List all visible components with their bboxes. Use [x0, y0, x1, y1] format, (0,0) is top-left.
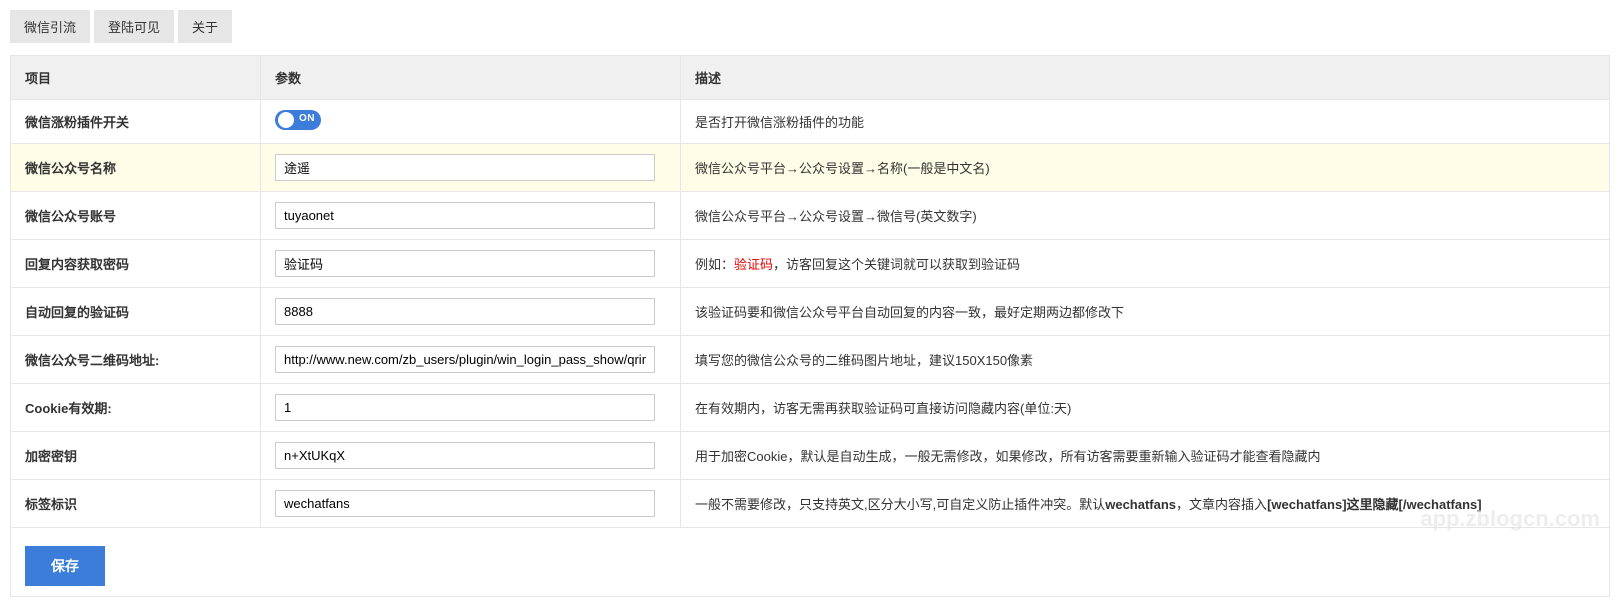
- row-name: 微信公众号名称 微信公众号平台→公众号设置→名称(一般是中文名): [11, 144, 1610, 192]
- settings-table: 项目 参数 描述 微信涨粉插件开关 ON 是否打开微信涨粉插件的功能 微信公众号…: [10, 55, 1610, 597]
- row-save: 保存: [11, 528, 1610, 597]
- input-qrcode[interactable]: [275, 346, 655, 373]
- toggle-switch[interactable]: ON: [275, 110, 321, 130]
- toggle-knob-icon: [278, 112, 294, 128]
- input-name[interactable]: [275, 154, 655, 181]
- label-qrcode: 微信公众号二维码地址:: [11, 336, 261, 384]
- row-code: 自动回复的验证码 该验证码要和微信公众号平台自动回复的内容一致，最好定期两边都修…: [11, 288, 1610, 336]
- row-tag: 标签标识 一般不需要修改，只支持英文,区分大小写,可自定义防止插件冲突。默认we…: [11, 480, 1610, 528]
- tab-bar: 微信引流 登陆可见 关于: [10, 10, 1610, 43]
- input-keyword[interactable]: [275, 250, 655, 277]
- desc-code: 该验证码要和微信公众号平台自动回复的内容一致，最好定期两边都修改下: [681, 288, 1610, 336]
- tab-about[interactable]: 关于: [178, 10, 232, 43]
- input-account[interactable]: [275, 202, 655, 229]
- desc-tag-b1: wechatfans: [1105, 497, 1176, 512]
- row-account: 微信公众号账号 微信公众号平台→公众号设置→微信号(英文数字): [11, 192, 1610, 240]
- label-keyword: 回复内容获取密码: [11, 240, 261, 288]
- input-cookie[interactable]: [275, 394, 655, 421]
- input-secret[interactable]: [275, 442, 655, 469]
- desc-switch: 是否打开微信涨粉插件的功能: [681, 100, 1610, 144]
- table-header-row: 项目 参数 描述: [11, 56, 1610, 100]
- desc-secret: 用于加密Cookie，默认是自动生成，一般无需修改，如果修改，所有访客需要重新输…: [681, 432, 1610, 480]
- header-param: 参数: [261, 56, 681, 100]
- toggle-on-label: ON: [299, 113, 315, 124]
- label-code: 自动回复的验证码: [11, 288, 261, 336]
- label-tag: 标签标识: [11, 480, 261, 528]
- desc-cookie: 在有效期内，访客无需再获取验证码可直接访问隐藏内容(单位:天): [681, 384, 1610, 432]
- desc-account: 微信公众号平台→公众号设置→微信号(英文数字): [681, 192, 1610, 240]
- row-keyword: 回复内容获取密码 例如：验证码，访客回复这个关键词就可以获取到验证码: [11, 240, 1610, 288]
- desc-keyword-red: 验证码: [734, 257, 773, 272]
- tab-wechat[interactable]: 微信引流: [10, 10, 90, 43]
- label-cookie: Cookie有效期:: [11, 384, 261, 432]
- row-qrcode: 微信公众号二维码地址: 填写您的微信公众号的二维码图片地址，建议150X150像…: [11, 336, 1610, 384]
- desc-tag-b2: [wechatfans]这里隐藏[/wechatfans]: [1267, 497, 1482, 512]
- desc-keyword-prefix: 例如：: [695, 257, 734, 272]
- row-cookie: Cookie有效期: 在有效期内，访客无需再获取验证码可直接访问隐藏内容(单位:…: [11, 384, 1610, 432]
- label-name: 微信公众号名称: [11, 144, 261, 192]
- header-desc: 描述: [681, 56, 1610, 100]
- desc-tag: 一般不需要修改，只支持英文,区分大小写,可自定义防止插件冲突。默认wechatf…: [681, 480, 1610, 528]
- desc-keyword-suffix: ，访客回复这个关键词就可以获取到验证码: [773, 257, 1020, 272]
- tab-login-visible[interactable]: 登陆可见: [94, 10, 174, 43]
- row-secret: 加密密钥 用于加密Cookie，默认是自动生成，一般无需修改，如果修改，所有访客…: [11, 432, 1610, 480]
- header-item: 项目: [11, 56, 261, 100]
- desc-keyword: 例如：验证码，访客回复这个关键词就可以获取到验证码: [681, 240, 1610, 288]
- label-secret: 加密密钥: [11, 432, 261, 480]
- desc-tag-p2: ，文章内容插入: [1176, 497, 1267, 512]
- row-switch: 微信涨粉插件开关 ON 是否打开微信涨粉插件的功能: [11, 100, 1610, 144]
- label-account: 微信公众号账号: [11, 192, 261, 240]
- label-switch: 微信涨粉插件开关: [11, 100, 261, 144]
- input-code[interactable]: [275, 298, 655, 325]
- desc-qrcode: 填写您的微信公众号的二维码图片地址，建议150X150像素: [681, 336, 1610, 384]
- input-tag[interactable]: [275, 490, 655, 517]
- desc-tag-p1: 一般不需要修改，只支持英文,区分大小写,可自定义防止插件冲突。默认: [695, 497, 1105, 512]
- save-button[interactable]: 保存: [25, 546, 105, 586]
- desc-name: 微信公众号平台→公众号设置→名称(一般是中文名): [681, 144, 1610, 192]
